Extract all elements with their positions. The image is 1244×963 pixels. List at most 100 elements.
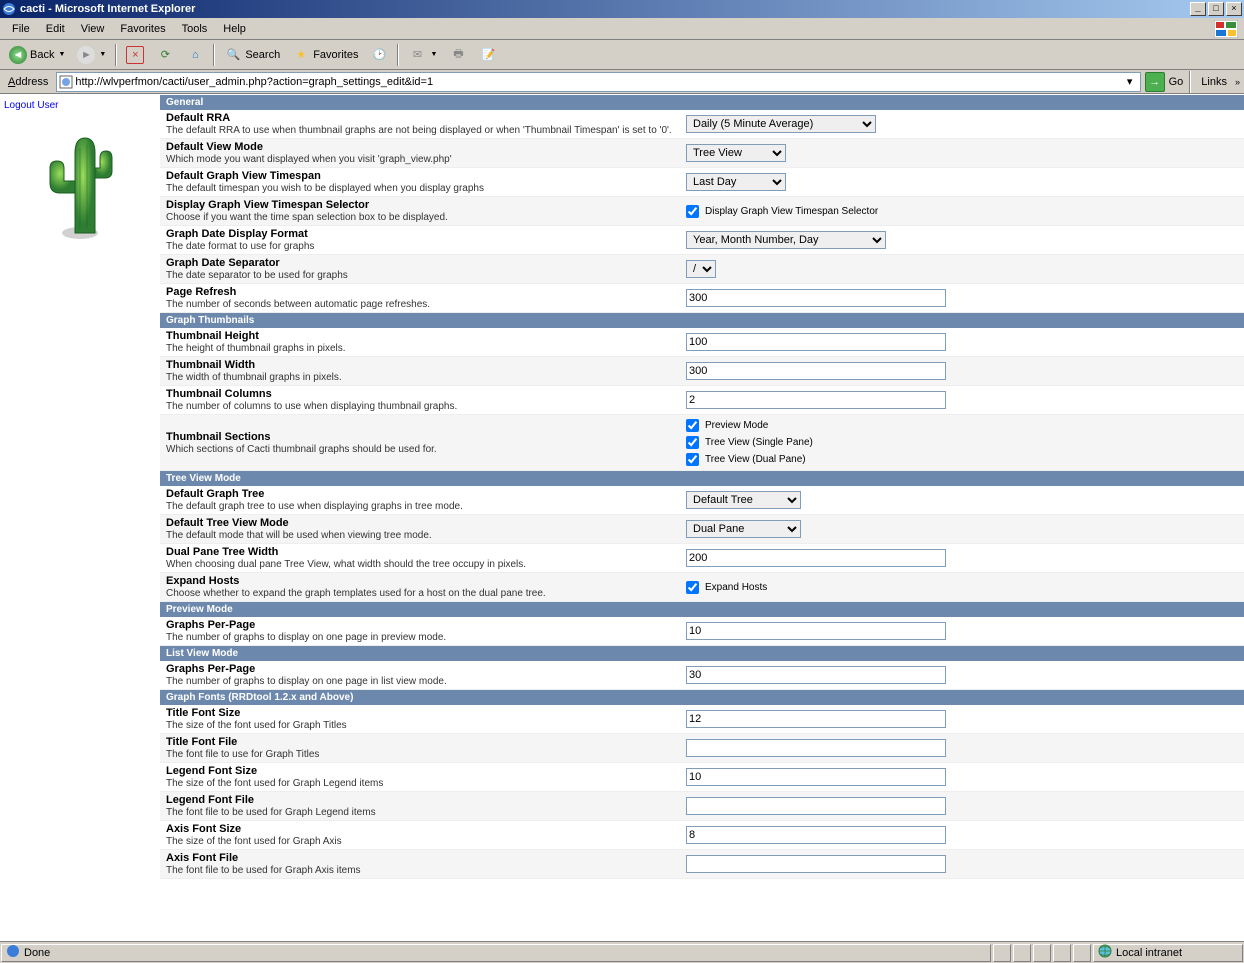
address-dropdown-arrow-icon[interactable]: ▾ bbox=[1122, 75, 1138, 88]
row-title: Thumbnail Width bbox=[166, 359, 674, 371]
go-label: Go bbox=[1169, 76, 1184, 88]
page-icon bbox=[59, 75, 73, 89]
row-title: Default Tree View Mode bbox=[166, 517, 674, 529]
row-desc: Which sections of Cacti thumbnail graphs… bbox=[166, 444, 437, 455]
menubar: File Edit View Favorites Tools Help bbox=[0, 18, 1244, 40]
edit-button[interactable]: 📝 bbox=[474, 43, 502, 67]
mail-icon: ✉ bbox=[408, 46, 426, 64]
refresh-button[interactable]: ⟳ bbox=[151, 43, 179, 67]
addressbar: Address ▾ → Go Links » bbox=[0, 70, 1244, 94]
menu-help[interactable]: Help bbox=[215, 21, 254, 37]
thumb-width-input[interactable] bbox=[686, 362, 946, 380]
print-button[interactable]: 🖶 bbox=[444, 43, 472, 67]
menu-view[interactable]: View bbox=[73, 21, 113, 37]
ie-icon bbox=[6, 944, 20, 961]
default-view-mode-select[interactable]: Tree View bbox=[686, 144, 786, 162]
menu-tools[interactable]: Tools bbox=[174, 21, 216, 37]
minimize-button[interactable]: _ bbox=[1190, 2, 1206, 16]
row-title: Title Font Size bbox=[166, 707, 674, 719]
date-separator-select[interactable]: / bbox=[686, 260, 716, 278]
maximize-button[interactable]: □ bbox=[1208, 2, 1224, 16]
dropdown-arrow-icon: ▼ bbox=[99, 51, 106, 58]
axis-font-size-input[interactable] bbox=[686, 826, 946, 844]
stop-button[interactable]: × bbox=[121, 43, 149, 67]
links-chevron-icon[interactable]: » bbox=[1235, 77, 1240, 87]
row-desc: The default timespan you wish to be disp… bbox=[166, 183, 484, 194]
default-tree-select[interactable]: Default Tree bbox=[686, 491, 801, 509]
logout-link[interactable]: Logout User bbox=[4, 100, 58, 111]
row-desc: The size of the font used for Graph Titl… bbox=[166, 720, 347, 731]
row-desc: Which mode you want displayed when you v… bbox=[166, 154, 452, 165]
page-refresh-input[interactable] bbox=[686, 289, 946, 307]
go-button[interactable]: → bbox=[1145, 72, 1165, 92]
thumb-tree-single-checkbox[interactable] bbox=[686, 436, 699, 449]
row-desc: The font file to be used for Graph Axis … bbox=[166, 865, 361, 876]
default-tree-mode-select[interactable]: Dual Pane bbox=[686, 520, 801, 538]
title-font-file-input[interactable] bbox=[686, 739, 946, 757]
row-title: Axis Font Size bbox=[166, 823, 674, 835]
search-icon: 🔍 bbox=[224, 46, 242, 64]
thumb-height-input[interactable] bbox=[686, 333, 946, 351]
legend-font-size-input[interactable] bbox=[686, 768, 946, 786]
checkbox-label: Tree View (Single Pane) bbox=[705, 437, 813, 448]
menu-file[interactable]: File bbox=[4, 21, 38, 37]
thumb-preview-checkbox[interactable] bbox=[686, 419, 699, 432]
axis-font-file-input[interactable] bbox=[686, 855, 946, 873]
address-input[interactable] bbox=[75, 76, 1121, 88]
section-thumbnails: Graph Thumbnails bbox=[160, 313, 1244, 329]
row-desc: The width of thumbnail graphs in pixels. bbox=[166, 372, 342, 383]
status-text: Done bbox=[24, 947, 50, 959]
thumb-tree-dual-checkbox[interactable] bbox=[686, 453, 699, 466]
row-title: Axis Font File bbox=[166, 852, 674, 864]
list-gpp-input[interactable] bbox=[686, 666, 946, 684]
row-desc: Choose if you want the time span selecti… bbox=[166, 212, 448, 223]
home-button[interactable]: ⌂ bbox=[181, 43, 209, 67]
section-tree: Tree View Mode bbox=[160, 471, 1244, 487]
sidebar: Logout User bbox=[0, 95, 160, 879]
close-button[interactable]: × bbox=[1226, 2, 1242, 16]
default-timespan-select[interactable]: Last Day bbox=[686, 173, 786, 191]
row-title: Expand Hosts bbox=[166, 575, 674, 587]
row-title: Thumbnail Height bbox=[166, 330, 674, 342]
back-button[interactable]: ◄ Back ▼ bbox=[4, 43, 70, 67]
row-title: Default RRA bbox=[166, 112, 674, 124]
row-title: Title Font File bbox=[166, 736, 674, 748]
default-rra-select[interactable]: Daily (5 Minute Average) bbox=[686, 115, 876, 133]
row-desc: The number of seconds between automatic … bbox=[166, 299, 430, 310]
row-desc: The number of columns to use when displa… bbox=[166, 401, 457, 412]
row-desc: The font file to use for Graph Titles bbox=[166, 749, 319, 760]
menu-favorites[interactable]: Favorites bbox=[112, 21, 173, 37]
links-label[interactable]: Links bbox=[1197, 76, 1231, 88]
preview-gpp-input[interactable] bbox=[686, 622, 946, 640]
statusbar: Done Local intranet bbox=[0, 941, 1244, 963]
back-label: Back bbox=[30, 49, 54, 61]
forward-button[interactable]: ► ▼ bbox=[72, 43, 111, 67]
row-desc: The date format to use for graphs bbox=[166, 241, 314, 252]
print-icon: 🖶 bbox=[449, 46, 467, 64]
favorites-button[interactable]: ★ Favorites bbox=[287, 43, 363, 67]
dual-pane-width-input[interactable] bbox=[686, 549, 946, 567]
forward-icon: ► bbox=[77, 46, 95, 64]
expand-hosts-checkbox[interactable] bbox=[686, 581, 699, 594]
display-timespan-checkbox[interactable] bbox=[686, 205, 699, 218]
edit-icon: 📝 bbox=[479, 46, 497, 64]
checkbox-label: Preview Mode bbox=[705, 420, 768, 431]
content-scroll[interactable]: Logout User bbox=[0, 95, 1244, 941]
row-desc: The default graph tree to use when displ… bbox=[166, 501, 463, 512]
menu-edit[interactable]: Edit bbox=[38, 21, 73, 37]
date-format-select[interactable]: Year, Month Number, Day bbox=[686, 231, 886, 249]
row-title: Legend Font Size bbox=[166, 765, 674, 777]
ie-throbber-icon bbox=[1212, 19, 1240, 39]
window-title: cacti - Microsoft Internet Explorer bbox=[20, 3, 1188, 15]
row-desc: The size of the font used for Graph Axis bbox=[166, 836, 342, 847]
ie-icon bbox=[2, 2, 16, 16]
search-button[interactable]: 🔍 Search bbox=[219, 43, 285, 67]
history-button[interactable]: 🕑 bbox=[365, 43, 393, 67]
legend-font-file-input[interactable] bbox=[686, 797, 946, 815]
mail-button[interactable]: ✉▼ bbox=[403, 43, 442, 67]
thumb-columns-input[interactable] bbox=[686, 391, 946, 409]
favorites-icon: ★ bbox=[292, 46, 310, 64]
title-font-size-input[interactable] bbox=[686, 710, 946, 728]
history-icon: 🕑 bbox=[370, 46, 388, 64]
row-desc: The font file to be used for Graph Legen… bbox=[166, 807, 376, 818]
